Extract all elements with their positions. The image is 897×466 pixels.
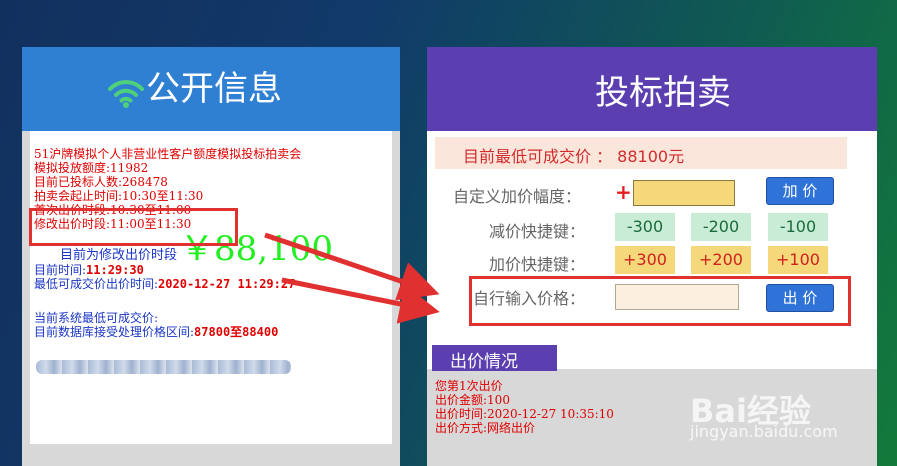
watermark-url: jingyan.baidu.com [690, 422, 838, 441]
baidu-watermark: Bai经验 jingyan.baidu.com [690, 370, 890, 450]
